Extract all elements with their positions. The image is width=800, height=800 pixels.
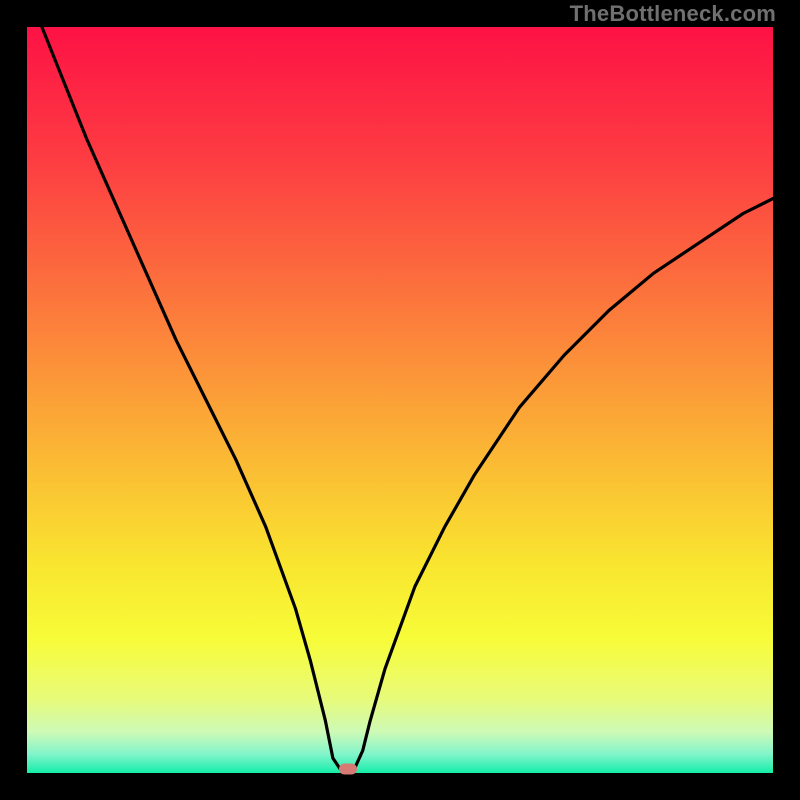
watermark-text: TheBottleneck.com [570, 1, 776, 27]
plot-area [27, 27, 773, 773]
optimal-point-marker [339, 764, 357, 775]
chart-frame: TheBottleneck.com [0, 0, 800, 800]
bottleneck-curve [27, 27, 773, 773]
